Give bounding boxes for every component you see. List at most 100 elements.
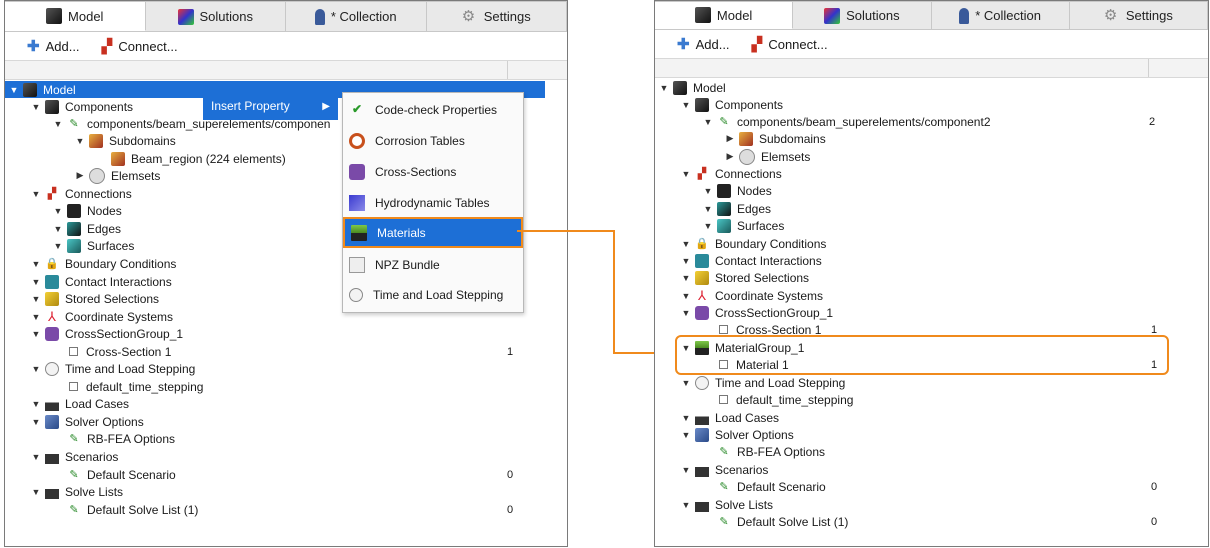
- tab-model[interactable]: Model: [5, 1, 146, 31]
- expand-icon[interactable]: ▼: [681, 291, 691, 301]
- expand-icon[interactable]: ▼: [53, 119, 63, 129]
- tree-cross-section[interactable]: Cross-Section 1 1: [5, 343, 567, 360]
- expand-icon[interactable]: ▼: [681, 465, 691, 475]
- expand-icon[interactable]: ▼: [681, 413, 691, 423]
- tree-surfaces[interactable]: ▼ Surfaces: [655, 217, 1208, 234]
- expand-icon[interactable]: ▼: [31, 259, 41, 269]
- expand-icon[interactable]: ▼: [681, 100, 691, 110]
- menu-item-hydrodynamic[interactable]: Hydrodynamic Tables: [343, 188, 523, 217]
- material-icon: [351, 224, 367, 241]
- collapse-icon[interactable]: ▶: [725, 151, 735, 162]
- menu-label: Insert Property: [211, 99, 290, 113]
- tree-cross-group[interactable]: ▼ CrossSectionGroup_1: [655, 304, 1208, 321]
- expand-icon[interactable]: ▼: [31, 487, 41, 497]
- tree-label: Connections: [715, 166, 782, 181]
- tree-default-scenario[interactable]: ✎ Default Scenario 0: [655, 478, 1208, 495]
- tree-stored[interactable]: ▼ Stored Selections: [655, 269, 1208, 286]
- tree-load-cases[interactable]: ▼ Load Cases: [5, 395, 567, 412]
- tree-label: Coordinate Systems: [715, 288, 824, 303]
- tab-collection[interactable]: * Collection: [931, 1, 1070, 29]
- menu-item-npz-bundle[interactable]: NPZ Bundle: [343, 250, 523, 279]
- tree-scenarios[interactable]: ▼ Scenarios: [655, 461, 1208, 478]
- tab-settings[interactable]: ⚙ Settings: [1069, 1, 1208, 29]
- connect-button[interactable]: ▞ Connect...: [752, 36, 828, 53]
- tree-model[interactable]: ▼ Model: [655, 79, 1208, 96]
- tree-default-solve[interactable]: ✎ Default Solve List (1) 0: [5, 501, 567, 518]
- expand-icon[interactable]: ▼: [9, 85, 19, 95]
- collapse-icon[interactable]: ▶: [725, 133, 735, 144]
- tree-default-scenario[interactable]: ✎ Default Scenario 0: [5, 466, 567, 483]
- expand-icon[interactable]: ▼: [703, 204, 713, 214]
- expand-icon[interactable]: ▼: [31, 312, 41, 322]
- tree-load-cases[interactable]: ▼ Load Cases: [655, 409, 1208, 426]
- menu-item-time-load[interactable]: Time and Load Stepping: [343, 280, 523, 309]
- expand-icon[interactable]: ▼: [31, 399, 41, 409]
- expand-icon[interactable]: ▼: [31, 452, 41, 462]
- tree-time-load[interactable]: ▼ Time and Load Stepping: [655, 374, 1208, 391]
- expand-icon[interactable]: ▼: [31, 329, 41, 339]
- menu-item-materials[interactable]: Materials: [343, 217, 523, 248]
- tree-coord[interactable]: ▼ ⅄ Coordinate Systems: [655, 287, 1208, 304]
- expand-icon[interactable]: ▼: [681, 430, 691, 440]
- connect-icon: ▞: [101, 37, 113, 54]
- tree-solver[interactable]: ▼ Solver Options: [655, 426, 1208, 443]
- expand-icon[interactable]: ▼: [31, 364, 41, 374]
- connect-button[interactable]: ▞ Connect...: [102, 38, 178, 55]
- tree-solve-lists[interactable]: ▼ Solve Lists: [655, 496, 1208, 513]
- expand-icon[interactable]: ▼: [681, 273, 691, 283]
- expand-icon[interactable]: ▼: [681, 500, 691, 510]
- menu-item-cross-sections[interactable]: Cross-Sections: [343, 157, 523, 186]
- expand-icon[interactable]: ▼: [703, 221, 713, 231]
- expand-icon[interactable]: ▼: [659, 83, 669, 93]
- add-button[interactable]: ✚ Add...: [27, 37, 80, 55]
- expand-icon[interactable]: ▼: [703, 117, 713, 127]
- tab-solutions[interactable]: Solutions: [145, 1, 286, 31]
- tree-subdomains[interactable]: ▶ Subdomains: [655, 130, 1208, 147]
- tree-nodes[interactable]: ▼ Nodes: [655, 182, 1208, 199]
- expand-icon[interactable]: ▼: [681, 239, 691, 249]
- expand-icon[interactable]: ▼: [31, 277, 41, 287]
- tree-solver[interactable]: ▼ Solver Options: [5, 413, 567, 430]
- tree-time-load[interactable]: ▼ Time and Load Stepping: [5, 360, 567, 377]
- expand-icon[interactable]: ▼: [75, 136, 85, 146]
- expand-icon[interactable]: ▼: [703, 186, 713, 196]
- expand-icon[interactable]: ▼: [31, 189, 41, 199]
- tree-rbfea[interactable]: ✎ RB-FEA Options: [655, 443, 1208, 460]
- tree-component-path[interactable]: ▼ ✎ components/beam_superelements/componen…: [655, 113, 1208, 130]
- tree-cross-group[interactable]: ▼ CrossSectionGroup_1: [5, 325, 567, 342]
- expand-icon[interactable]: ▼: [681, 308, 691, 318]
- tab-model[interactable]: Model: [655, 1, 794, 29]
- tree-default-solve[interactable]: ✎ Default Solve List (1) 0: [655, 513, 1208, 530]
- tree-contact[interactable]: ▼ Contact Interactions: [655, 252, 1208, 269]
- tree-connections[interactable]: ▼ ▞ Connections: [655, 165, 1208, 182]
- expand-icon[interactable]: ▼: [53, 241, 63, 251]
- tree-components[interactable]: ▼ Components: [655, 96, 1208, 113]
- tree-default-time[interactable]: default_time_stepping: [5, 378, 567, 395]
- collapse-icon[interactable]: ▶: [75, 170, 85, 181]
- tree-scenarios[interactable]: ▼ Scenarios: [5, 448, 567, 465]
- expand-icon[interactable]: ▼: [31, 417, 41, 427]
- tree-solve-lists[interactable]: ▼ Solve Lists: [5, 483, 567, 500]
- tab-label: Model: [68, 8, 104, 24]
- tree-default-time[interactable]: default_time_stepping: [655, 391, 1208, 408]
- tree-boundary[interactable]: ▼ 🔒 Boundary Conditions: [655, 235, 1208, 252]
- expand-icon[interactable]: ▼: [31, 294, 41, 304]
- tab-collection[interactable]: * Collection: [286, 1, 427, 31]
- tree-label: Load Cases: [65, 396, 130, 411]
- expand-icon[interactable]: ▼: [681, 378, 691, 388]
- expand-icon[interactable]: ▼: [681, 169, 691, 179]
- tree-rbfea[interactable]: ✎ RB-FEA Options: [5, 430, 567, 447]
- expand-icon[interactable]: ▼: [31, 102, 41, 112]
- tab-solutions[interactable]: Solutions: [793, 1, 932, 29]
- menu-item-code-check[interactable]: ✔ Code-check Properties: [343, 95, 523, 124]
- tree-elemsets[interactable]: ▶ Elemsets: [655, 148, 1208, 165]
- expand-icon[interactable]: ▼: [53, 206, 63, 216]
- tab-settings[interactable]: ⚙ Settings: [426, 1, 567, 31]
- expand-icon[interactable]: ▼: [681, 256, 691, 266]
- tree-edges[interactable]: ▼ Edges: [655, 200, 1208, 217]
- elemsets-icon: [739, 148, 755, 165]
- menu-insert-property[interactable]: Insert Property ▶: [203, 92, 338, 120]
- add-button[interactable]: ✚ Add...: [677, 35, 730, 53]
- menu-item-corrosion[interactable]: Corrosion Tables: [343, 126, 523, 155]
- expand-icon[interactable]: ▼: [53, 224, 63, 234]
